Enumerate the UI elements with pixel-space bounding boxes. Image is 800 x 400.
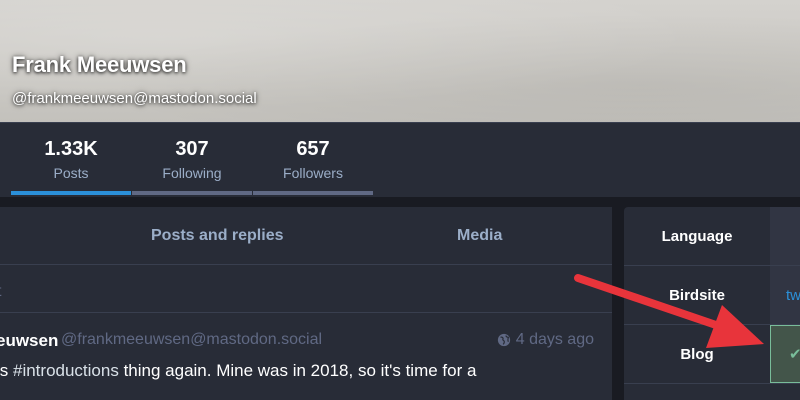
stat-posts-active-indicator: [11, 191, 131, 195]
profile-stats-bar: 1.33K Posts 307 Following 657 Followers: [0, 122, 800, 197]
field-row-language: Language: [624, 207, 800, 266]
verified-check-icon: ✔: [789, 345, 800, 363]
pinned-post-row[interactable]: t: [0, 265, 612, 313]
field-row-birdsite: Birdsite tw: [624, 266, 800, 325]
profile-display-name: Frank Meeuwsen: [12, 52, 187, 77]
status-post[interactable]: euwsen @frankmeeuwsen@mastodon.social 4 …: [0, 313, 612, 400]
stat-posts[interactable]: 1.33K Posts: [11, 123, 131, 198]
timeline-tabs: Posts and replies Media: [0, 207, 612, 265]
status-author-handle[interactable]: @frankmeeuwsen@mastodon.social: [61, 331, 322, 349]
status-text-before: is: [0, 361, 9, 380]
tab-posts-and-replies[interactable]: Posts and replies: [151, 227, 284, 245]
stat-following-label: Following: [162, 165, 222, 181]
profile-account-handle: @frankmeeuwsen@mastodon.social: [12, 90, 257, 107]
tab-media[interactable]: Media: [457, 227, 502, 245]
globe-icon: [497, 333, 510, 347]
status-author-name[interactable]: euwsen: [0, 331, 58, 351]
stat-followers-label: Followers: [283, 165, 343, 181]
stat-following-count: 307: [175, 138, 209, 160]
stat-posts-label: Posts: [53, 165, 89, 181]
pinned-post-label: t: [0, 283, 1, 301]
hashtag-link[interactable]: #introductions: [13, 361, 119, 380]
stat-posts-count: 1.33K: [44, 138, 98, 160]
field-value-birdsite-link[interactable]: tw: [770, 266, 800, 324]
status-timestamp[interactable]: 4 days ago: [497, 331, 594, 349]
field-value-blog-verified[interactable]: ✔: [770, 325, 800, 383]
field-value-language: [770, 207, 800, 265]
stat-following-indicator: [132, 191, 252, 195]
stat-followers-indicator: [253, 191, 373, 195]
field-key-birdsite: Birdsite: [669, 286, 725, 304]
field-key-language: Language: [661, 227, 733, 245]
account-timeline: Posts and replies Media t euwsen @frankm…: [0, 207, 612, 400]
status-time-text: 4 days ago: [515, 331, 594, 348]
stat-followers-count: 657: [296, 138, 330, 160]
profile-fields: Language Birdsite tw Blog ✔: [624, 207, 800, 400]
stat-followers[interactable]: 657 Followers: [253, 123, 373, 198]
status-text-after: thing again. Mine was in 2018, so it's t…: [118, 361, 477, 380]
field-key-blog: Blog: [680, 345, 714, 363]
stat-following[interactable]: 307 Following: [132, 123, 252, 198]
field-row-blog: Blog ✔: [624, 325, 800, 384]
status-content: is #introductions thing again. Mine was …: [0, 361, 476, 381]
